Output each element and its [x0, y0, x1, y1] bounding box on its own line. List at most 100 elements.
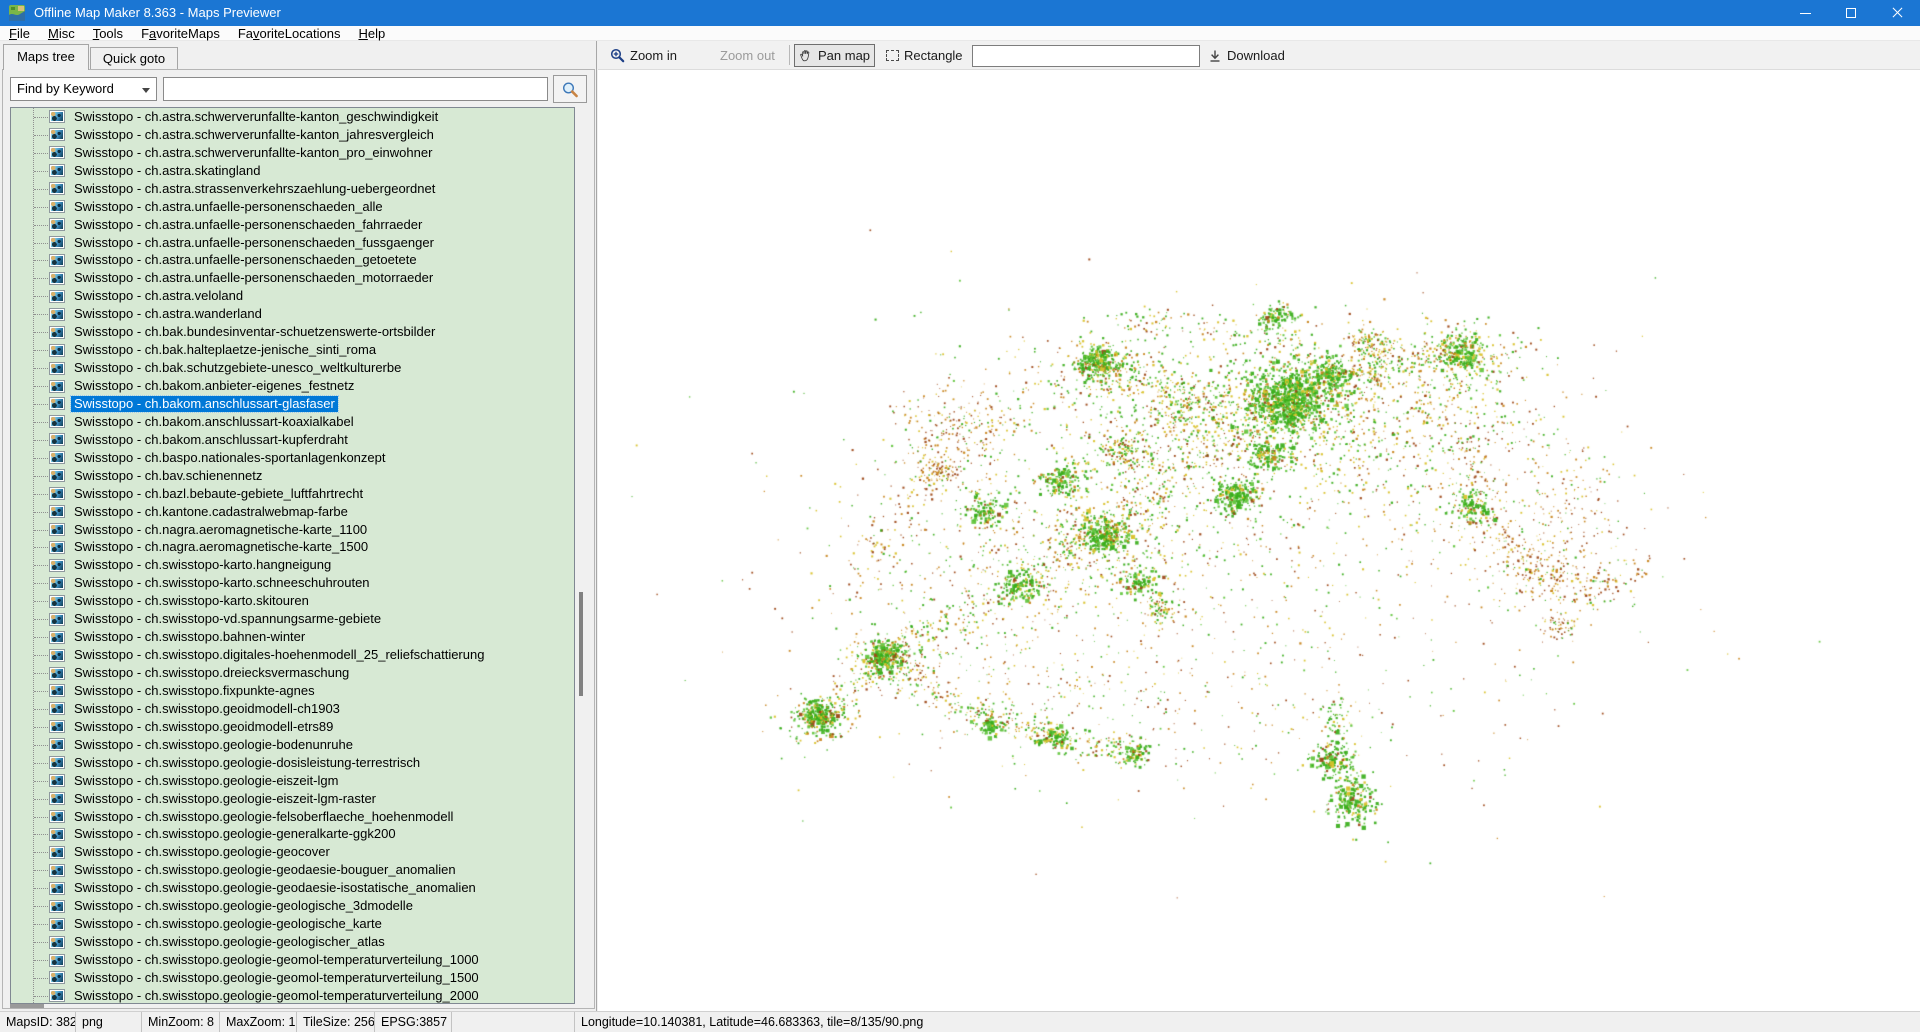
map-layer-item[interactable]: Swisstopo - ch.swisstopo-karto.hangneigu… — [11, 556, 574, 574]
find-by-keyword-select[interactable]: Find by Keyword — [10, 77, 157, 101]
close-button[interactable] — [1874, 0, 1920, 26]
map-layer-label: Swisstopo - ch.swisstopo.geologie-geodae… — [74, 862, 456, 878]
pan-map-button[interactable]: Pan map — [794, 44, 876, 67]
vertical-scrollbar[interactable] — [579, 107, 584, 1004]
map-layer-item[interactable]: Swisstopo - ch.swisstopo.geologie-bodenu… — [11, 736, 574, 754]
map-layer-item[interactable]: Swisstopo - ch.astra.unfaelle-personensc… — [11, 252, 574, 270]
map-layer-item[interactable]: Swisstopo - ch.bakom.anschlussart-kupfer… — [11, 431, 574, 449]
map-layer-item[interactable]: Swisstopo - ch.swisstopo.dreiecksvermasc… — [11, 664, 574, 682]
map-layer-item[interactable]: Swisstopo - ch.swisstopo.geoidmodell-ch1… — [11, 700, 574, 718]
toolbar-separator — [789, 45, 790, 65]
map-layer-item[interactable]: Swisstopo - ch.bazl.bebaute-gebiete_luft… — [11, 485, 574, 503]
map-layer-item[interactable]: Swisstopo - ch.swisstopo.geologie-geodae… — [11, 861, 574, 879]
map-layer-icon — [49, 792, 65, 806]
map-layer-icon — [49, 289, 65, 303]
map-layer-item[interactable]: Swisstopo - ch.bakom.anschlussart-koaxia… — [11, 413, 574, 431]
map-layer-item[interactable]: Swisstopo - ch.astra.wanderland — [11, 305, 574, 323]
map-layer-item[interactable]: Swisstopo - ch.swisstopo.geologie-geolog… — [11, 915, 574, 933]
map-layer-item[interactable]: Swisstopo - ch.swisstopo.geologie-geomol… — [11, 969, 574, 987]
map-layer-item[interactable]: Swisstopo - ch.swisstopo.geologie-felsob… — [11, 808, 574, 826]
map-layer-item[interactable]: Swisstopo - ch.astra.schwerverunfallte-k… — [11, 144, 574, 162]
map-layer-item[interactable]: Swisstopo - ch.astra.veloland — [11, 287, 574, 305]
maximize-button[interactable] — [1828, 0, 1874, 26]
map-layer-item[interactable]: Swisstopo - ch.swisstopo.geologie-geocov… — [11, 843, 574, 861]
horizontal-scrollbar-thumb[interactable] — [10, 1004, 44, 1008]
map-layer-item[interactable]: Swisstopo - ch.nagra.aeromagnetische-kar… — [11, 539, 574, 557]
map-layer-label: Swisstopo - ch.astra.schwerverunfallte-k… — [74, 108, 439, 124]
menu-item-favoritelocations[interactable]: FavoriteLocations — [229, 27, 350, 41]
map-layer-item[interactable]: Swisstopo - ch.bav.schienennetz — [11, 467, 574, 485]
map-layer-item[interactable]: Swisstopo - ch.swisstopo.digitales-hoehe… — [11, 646, 574, 664]
map-layer-label: Swisstopo - ch.swisstopo.geologie-geomol… — [74, 952, 479, 968]
map-layer-icon — [49, 810, 65, 824]
map-layer-item[interactable]: Swisstopo - ch.swisstopo.bahnen-winter — [11, 628, 574, 646]
map-layer-icon — [49, 505, 65, 519]
map-layer-item[interactable]: Swisstopo - ch.bakom.anschlussart-glasfa… — [11, 394, 574, 413]
map-layer-icon — [49, 433, 65, 447]
hand-icon — [800, 50, 810, 62]
minimize-button[interactable] — [1782, 0, 1828, 26]
map-layer-label: Swisstopo - ch.nagra.aeromagnetische-kar… — [74, 539, 369, 555]
map-layer-item[interactable]: Swisstopo - ch.bakom.anbieter-eigenes_fe… — [11, 377, 574, 395]
map-layer-item[interactable]: Swisstopo - ch.swisstopo-karto.skitouren — [11, 592, 574, 610]
search-button[interactable] — [553, 75, 587, 103]
map-layer-item[interactable]: Swisstopo - ch.astra.unfaelle-personensc… — [11, 198, 574, 216]
map-layer-item[interactable]: Swisstopo - ch.swisstopo.geologie-eiszei… — [11, 790, 574, 808]
download-icon — [1210, 50, 1220, 62]
map-layer-item[interactable]: Swisstopo - ch.swisstopo.geoidmodell-etr… — [11, 718, 574, 736]
map-layer-label: Swisstopo - ch.bav.schienennetz — [74, 467, 263, 483]
map-layer-icon — [49, 469, 65, 483]
map-layer-item[interactable]: Swisstopo - ch.astra.unfaelle-personensc… — [11, 234, 574, 252]
map-layer-item[interactable]: Swisstopo - ch.bak.halteplaetze-jenische… — [11, 341, 574, 359]
menu-item-file[interactable]: File — [0, 27, 39, 41]
keyword-search-input[interactable] — [163, 77, 548, 101]
map-canvas[interactable] — [598, 70, 1920, 1011]
toolbar-input[interactable] — [972, 45, 1200, 67]
zoom-in-button[interactable]: Zoom in — [606, 44, 681, 67]
map-layer-item[interactable]: Swisstopo - ch.kantone.cadastralwebmap-f… — [11, 503, 574, 521]
menu-item-misc[interactable]: Misc — [39, 27, 84, 41]
vertical-scrollbar-thumb[interactable] — [579, 592, 583, 696]
map-layer-item[interactable]: Swisstopo - ch.baspo.nationales-sportanl… — [11, 449, 574, 467]
tab-maps-tree[interactable]: Maps tree — [3, 44, 89, 70]
map-layer-item[interactable]: Swisstopo - ch.swisstopo.geologie-geolog… — [11, 933, 574, 951]
map-layer-item[interactable]: Swisstopo - ch.astra.skatingland — [11, 162, 574, 180]
map-layer-label: Swisstopo - ch.swisstopo-karto.hangneigu… — [74, 557, 332, 573]
download-button[interactable]: Download — [1204, 44, 1289, 67]
tab-quick-goto[interactable]: Quick goto — [90, 47, 178, 70]
map-layer-item[interactable]: Swisstopo - ch.swisstopo.geologie-geodae… — [11, 879, 574, 897]
map-layer-item[interactable]: Swisstopo - ch.astra.unfaelle-personensc… — [11, 269, 574, 287]
rectangle-icon — [886, 50, 899, 61]
map-layer-label: Swisstopo - ch.bakom.anschlussart-glasfa… — [70, 394, 339, 413]
map-layer-item[interactable]: Swisstopo - ch.swisstopo.geologie-eiszei… — [11, 772, 574, 790]
rectangle-button[interactable]: Rectangle — [882, 44, 967, 67]
map-layer-item[interactable]: Swisstopo - ch.nagra.aeromagnetische-kar… — [11, 521, 574, 539]
map-layer-label: Swisstopo - ch.astra.schwerverunfallte-k… — [74, 144, 433, 160]
map-layer-icon — [49, 110, 65, 124]
map-layer-label: Swisstopo - ch.bak.schutzgebiete-unesco_… — [74, 360, 402, 376]
map-layer-label: Swisstopo - ch.swisstopo.bahnen-winter — [74, 629, 306, 645]
map-layer-item[interactable]: Swisstopo - ch.swisstopo.geologie-dosisl… — [11, 754, 574, 772]
map-layer-label: Swisstopo - ch.astra.unfaelle-personensc… — [74, 252, 417, 268]
map-layer-item[interactable]: Swisstopo - ch.swisstopo-karto.schneesch… — [11, 574, 574, 592]
map-layer-item[interactable]: Swisstopo - ch.swisstopo.geologie-geomol… — [11, 987, 574, 1003]
map-layer-item[interactable]: Swisstopo - ch.bak.bundesinventar-schuet… — [11, 323, 574, 341]
horizontal-scrollbar[interactable] — [10, 1004, 575, 1009]
map-layer-item[interactable]: Swisstopo - ch.astra.schwerverunfallte-k… — [11, 126, 574, 144]
map-layer-item[interactable]: Swisstopo - ch.astra.schwerverunfallte-k… — [11, 108, 574, 126]
map-layer-item[interactable]: Swisstopo - ch.bak.schutzgebiete-unesco_… — [11, 359, 574, 377]
maximize-icon — [1846, 8, 1856, 18]
menu-item-tools[interactable]: Tools — [84, 27, 132, 41]
map-layer-item[interactable]: Swisstopo - ch.swisstopo.geologie-genera… — [11, 826, 574, 844]
map-layer-label: Swisstopo - ch.swisstopo.geologie-eiszei… — [74, 790, 377, 806]
map-layer-item[interactable]: Swisstopo - ch.swisstopo.fixpunkte-agnes — [11, 682, 574, 700]
map-layer-icon — [49, 917, 65, 931]
menu-item-favoritemaps[interactable]: FavoriteMaps — [132, 27, 229, 41]
map-layer-item[interactable]: Swisstopo - ch.astra.strassenverkehrszae… — [11, 180, 574, 198]
map-layer-item[interactable]: Swisstopo - ch.swisstopo-vd.spannungsarm… — [11, 610, 574, 628]
menu-item-help[interactable]: Help — [349, 27, 394, 41]
map-layer-item[interactable]: Swisstopo - ch.swisstopo.geologie-geolog… — [11, 897, 574, 915]
map-layer-label: Swisstopo - ch.nagra.aeromagnetische-kar… — [74, 521, 368, 537]
map-layer-item[interactable]: Swisstopo - ch.swisstopo.geologie-geomol… — [11, 951, 574, 969]
map-layer-item[interactable]: Swisstopo - ch.astra.unfaelle-personensc… — [11, 216, 574, 234]
